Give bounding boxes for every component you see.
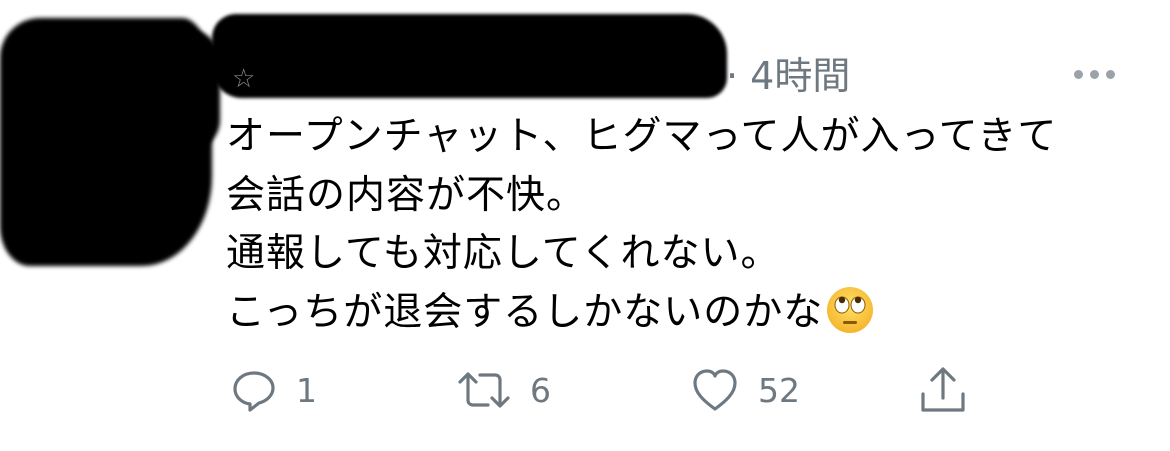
star-icon: ☆	[232, 64, 256, 94]
retweet-count: 6	[530, 370, 551, 410]
like-button[interactable]: 52	[690, 358, 800, 422]
tweet-timestamp[interactable]: · 4時間	[726, 50, 850, 102]
action-bar: 1 6 52	[0, 358, 1170, 422]
tweet-text: オープンチャット、ヒグマって人が入ってきて 会話の内容が不快。 通報しても対応し…	[226, 108, 1146, 342]
reply-icon	[233, 371, 275, 412]
redacted-username	[212, 14, 727, 98]
heart-icon	[693, 369, 737, 411]
reply-count: 1	[296, 370, 317, 410]
share-icon	[921, 367, 965, 412]
tweet-text-line: こっちが退会するしかないのかな	[226, 289, 824, 335]
tweet-text-line: 会話の内容が不快。	[226, 172, 587, 218]
share-button[interactable]	[918, 358, 968, 422]
tweet-text-line: 通報しても対応してくれない。	[226, 231, 781, 276]
retweet-icon	[458, 372, 510, 408]
reply-button[interactable]: 1	[230, 358, 317, 422]
tweet-text-line-with-emoji: こっちが退会するしかないのかな	[226, 284, 1146, 343]
face-with-rolling-eyes-emoji-icon	[827, 286, 874, 333]
redacted-avatar-overlap	[70, 30, 220, 150]
retweet-button[interactable]: 6	[456, 358, 551, 422]
tweet-text-line: オープンチャット、ヒグマって人が入ってきて	[226, 114, 1058, 159]
like-count: 52	[758, 370, 800, 410]
more-icon[interactable]	[1074, 66, 1118, 82]
